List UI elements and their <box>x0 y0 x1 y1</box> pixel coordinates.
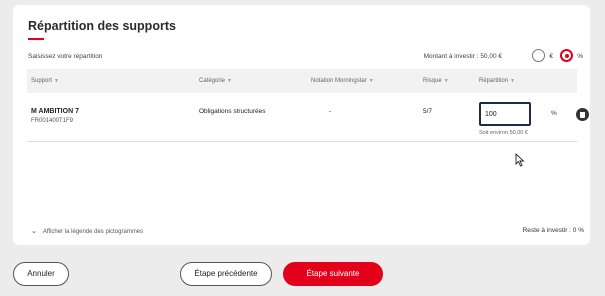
column-label: Catégorie <box>199 78 226 84</box>
column-label: Risque <box>423 78 442 84</box>
sort-caret-icon: ▼ <box>54 78 59 84</box>
delete-trash-icon[interactable] <box>576 108 589 121</box>
table-header: Support ▼ Catégorie ▼ Notation Morningstar… <box>27 69 577 93</box>
repartition-input[interactable] <box>479 102 531 126</box>
legend-toggle[interactable]: ⌄ Afficher la légende des pictogrammes <box>31 227 143 235</box>
column-label: Répartition <box>479 78 509 84</box>
mouse-pointer-icon <box>515 153 525 167</box>
title-underline <box>28 38 44 40</box>
radio-selected-dot <box>564 53 569 58</box>
column-header-category[interactable]: Catégorie ▼ <box>199 78 232 84</box>
fund-name: M AMBITION 7 <box>31 108 79 115</box>
sort-caret-icon: ▼ <box>227 78 232 84</box>
column-label: Notation Morningstar <box>311 78 367 84</box>
column-header-support[interactable]: Support ▼ <box>31 78 59 84</box>
repartition-unit: % <box>551 110 557 117</box>
repartition-approx-amount: Soit environ 50,00 € <box>479 130 528 136</box>
cancel-button[interactable]: Annuler <box>13 262 69 286</box>
column-header-morningstar[interactable]: Notation Morningstar ▼ <box>311 78 374 84</box>
allocation-card: Répartition des supports Saisissez votre… <box>13 5 590 245</box>
amount-to-invest: Montant à investir : 50,00 € <box>423 53 502 60</box>
allocation-instruction: Saisissez votre répartition <box>28 53 103 60</box>
euro-radio[interactable] <box>532 49 545 62</box>
sort-caret-icon: ▼ <box>443 78 449 84</box>
column-header-repartition[interactable]: Répartition ▼ <box>479 78 515 84</box>
percent-radio-label[interactable]: % <box>577 53 583 60</box>
page-title: Répartition des supports <box>28 19 176 33</box>
fund-morningstar-rating: - <box>329 108 332 115</box>
table-row: M AMBITION 7 FR001400T1F9 Obligations st… <box>27 93 589 142</box>
previous-step-button[interactable]: Étape précédente <box>180 262 272 286</box>
fund-isin: FR001400T1F9 <box>31 118 74 124</box>
percent-radio[interactable] <box>560 49 573 62</box>
column-header-risk[interactable]: Risque ▼ <box>423 78 449 84</box>
remaining-to-invest: Reste à investir : 0 % <box>522 227 584 234</box>
fund-category: Obligations structurées <box>199 108 266 115</box>
fund-risk: 5/7 <box>423 108 433 115</box>
sort-caret-icon: ▼ <box>510 78 515 84</box>
euro-radio-label[interactable]: € <box>549 53 553 60</box>
sort-caret-icon: ▼ <box>368 78 374 84</box>
chevron-down-icon: ⌄ <box>31 228 37 235</box>
column-label: Support <box>31 78 53 84</box>
legend-toggle-label: Afficher la légende des pictogrammes <box>42 229 144 235</box>
next-step-button[interactable]: Étape suivante <box>283 262 383 286</box>
